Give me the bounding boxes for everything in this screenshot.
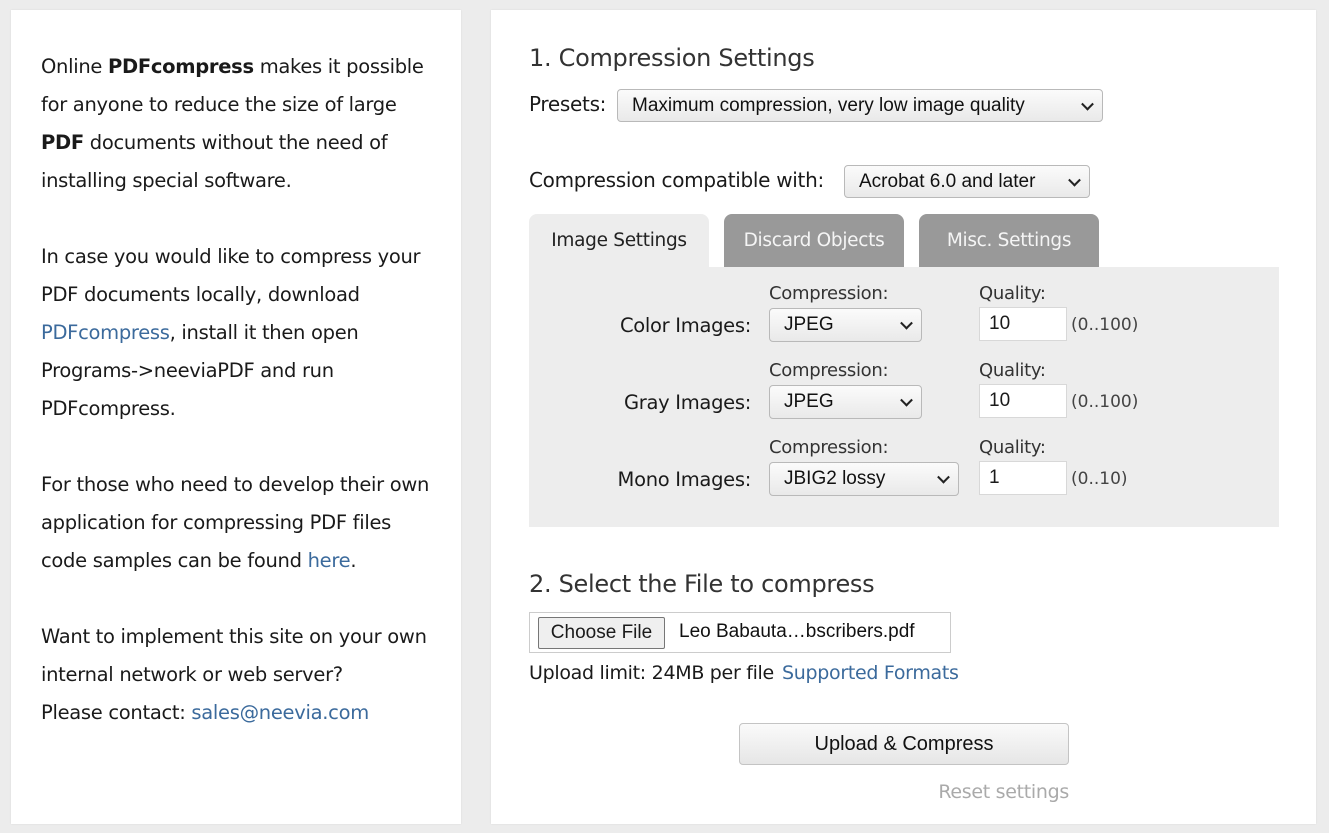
compat-label: Compression compatible with:	[529, 168, 824, 192]
developer-paragraph: For those who need to develop their own …	[41, 473, 430, 572]
chevron-down-icon	[900, 316, 913, 330]
supported-formats-link[interactable]: Supported Formats	[782, 662, 959, 684]
settings-tabs: Image Settings Discard Objects Misc. Set…	[529, 214, 1279, 527]
contact-paragraph: Want to implement this site on your own …	[41, 625, 427, 724]
pdf-bold: PDF	[41, 131, 84, 154]
mono-quality-input[interactable]: 1	[979, 461, 1067, 495]
gray-images-label: Gray Images:	[623, 391, 751, 414]
color-quality-input[interactable]: 10	[979, 307, 1067, 341]
upload-compress-button[interactable]: Upload & Compress	[739, 723, 1069, 765]
tab-discard-objects[interactable]: Discard Objects	[724, 214, 904, 267]
upload-limit-text: Upload limit: 24MB per file	[529, 662, 774, 684]
selected-file-name: Leo Babauta…bscribers.pdf	[679, 621, 915, 642]
image-settings-panel: Compression: Quality: Color Images: JPEG…	[529, 267, 1279, 527]
tab-misc-settings[interactable]: Misc. Settings	[919, 214, 1099, 267]
color-quality-label: Quality:	[979, 283, 1046, 304]
gray-quality-label: Quality:	[979, 360, 1046, 381]
gray-quality-range: (0..100)	[1071, 392, 1139, 412]
mono-images-label: Mono Images:	[617, 468, 752, 491]
select-file-heading: 2. Select the File to compress	[529, 570, 875, 598]
sales-email-link[interactable]: sales@neevia.com	[191, 701, 369, 724]
gray-compression-select[interactable]: JPEG	[769, 385, 922, 419]
color-images-label: Color Images:	[619, 314, 751, 337]
choose-file-button[interactable]: Choose File	[538, 617, 665, 649]
code-samples-link[interactable]: here	[308, 549, 351, 572]
tab-image-settings[interactable]: Image Settings	[529, 214, 709, 267]
mono-quality-label: Quality:	[979, 437, 1046, 458]
brand-name: PDFcompress	[108, 55, 254, 78]
color-quality-range: (0..100)	[1071, 315, 1139, 335]
chevron-down-icon	[900, 393, 913, 407]
mono-quality-range: (0..10)	[1071, 469, 1128, 489]
compress-form-panel: 1. Compression Settings Presets: Maximum…	[491, 10, 1316, 824]
gray-compression-label: Compression:	[769, 360, 889, 381]
presets-label: Presets:	[529, 92, 607, 116]
presets-select[interactable]: Maximum compression, very low image qual…	[617, 89, 1103, 122]
color-compression-select[interactable]: JPEG	[769, 308, 922, 342]
color-compression-label: Compression:	[769, 283, 889, 304]
download-paragraph: In case you would like to compress your …	[41, 245, 421, 420]
chevron-down-icon	[1068, 173, 1081, 187]
mono-compression-label: Compression:	[769, 437, 889, 458]
info-text: Online PDFcompress makes it possible for…	[41, 48, 441, 770]
intro-paragraph: Online PDFcompress makes it possible for…	[41, 55, 424, 192]
compression-settings-heading: 1. Compression Settings	[529, 44, 815, 72]
mono-compression-select[interactable]: JBIG2 lossy	[769, 462, 959, 496]
chevron-down-icon	[1081, 97, 1094, 111]
reset-settings-link[interactable]: Reset settings	[938, 781, 1069, 803]
compat-select[interactable]: Acrobat 6.0 and later	[844, 165, 1090, 198]
info-panel: Online PDFcompress makes it possible for…	[11, 10, 461, 824]
gray-quality-input[interactable]: 10	[979, 384, 1067, 418]
download-pdfcompress-link[interactable]: PDFcompress	[41, 321, 170, 344]
chevron-down-icon	[937, 470, 950, 484]
file-input[interactable]: Choose File Leo Babauta…bscribers.pdf	[529, 612, 951, 653]
